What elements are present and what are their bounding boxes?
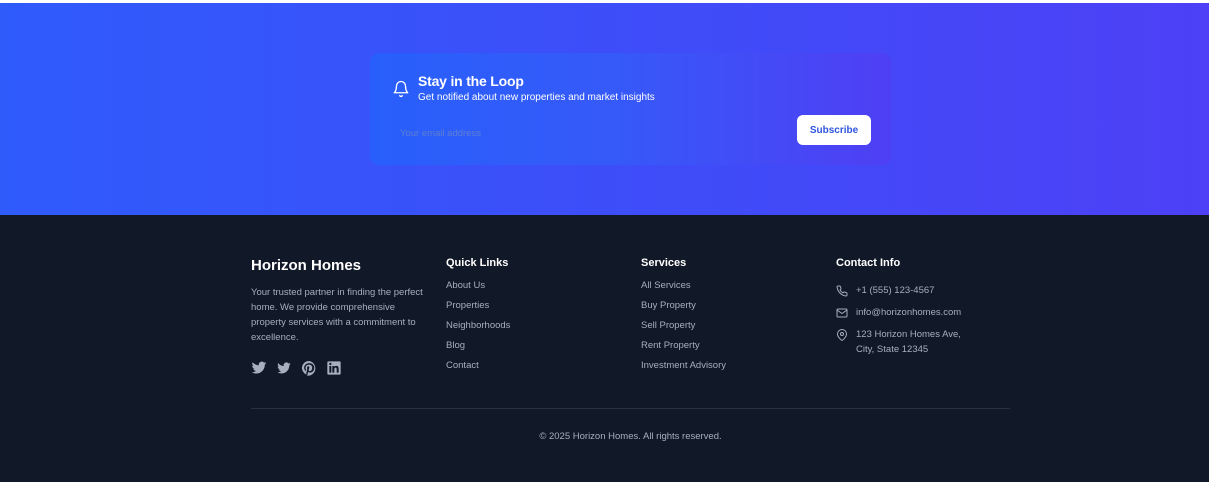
mail-icon: [836, 308, 848, 318]
footer-link-buy-property[interactable]: Buy Property: [641, 299, 726, 319]
email-input[interactable]: [390, 118, 790, 148]
contact-address: 123 Horizon Homes Ave, City, State 12345: [836, 327, 961, 357]
services-title: Services: [641, 257, 687, 269]
social-links: [251, 360, 342, 376]
contact-address-line1: 123 Horizon Homes Ave,: [856, 329, 961, 340]
phone-icon: [836, 285, 848, 297]
contact-list: +1 (555) 123-4567 info@horizonhomes.com …: [836, 283, 961, 364]
footer-link-sell-property[interactable]: Sell Property: [641, 319, 726, 339]
contact-title: Contact Info: [836, 257, 901, 269]
footer-link-investment-advisory[interactable]: Investment Advisory: [641, 359, 726, 379]
bell-icon: [393, 80, 409, 98]
site-footer: Horizon Homes Your trusted partner in fi…: [0, 215, 1209, 482]
twitter-icon[interactable]: [276, 360, 292, 376]
pinterest-icon[interactable]: [301, 360, 317, 376]
linkedin-icon[interactable]: [326, 360, 342, 376]
newsletter-section: Stay in the Loop Get notified about new …: [0, 3, 1209, 215]
copyright-text: © 2025 Horizon Homes. All rights reserve…: [539, 431, 722, 442]
footer-link-all-services[interactable]: All Services: [641, 279, 726, 299]
footer-divider: [251, 408, 1010, 409]
contact-phone[interactable]: +1 (555) 123-4567: [836, 283, 961, 298]
newsletter-card: Stay in the Loop Get notified about new …: [370, 53, 891, 165]
subscribe-button[interactable]: Subscribe: [797, 115, 871, 145]
footer-link-about-us[interactable]: About Us: [446, 279, 510, 299]
footer-link-blog[interactable]: Blog: [446, 339, 510, 359]
brand-description: Your trusted partner in finding the perf…: [251, 287, 423, 343]
contact-email[interactable]: info@horizonhomes.com: [836, 305, 961, 320]
quick-links-column: Quick Links About Us Properties Neighbor…: [446, 257, 510, 379]
contact-email-text: info@horizonhomes.com: [856, 307, 962, 318]
newsletter-title: Stay in the Loop: [418, 73, 524, 89]
brand-name: Horizon Homes: [251, 257, 362, 274]
newsletter-subtitle: Get notified about new properties and ma…: [418, 92, 655, 103]
contact-address-line2: City, State 12345: [856, 344, 929, 355]
footer-link-rent-property[interactable]: Rent Property: [641, 339, 726, 359]
twitter-icon[interactable]: [251, 360, 267, 376]
footer-link-neighborhoods[interactable]: Neighborhoods: [446, 319, 510, 339]
quick-links-title: Quick Links: [446, 257, 509, 269]
map-pin-icon: [837, 329, 847, 341]
footer-link-contact[interactable]: Contact: [446, 359, 510, 379]
contact-column: Contact Info: [836, 257, 900, 279]
contact-phone-text: +1 (555) 123-4567: [856, 285, 935, 296]
services-column: Services All Services Buy Property Sell …: [641, 257, 726, 379]
footer-link-properties[interactable]: Properties: [446, 299, 510, 319]
